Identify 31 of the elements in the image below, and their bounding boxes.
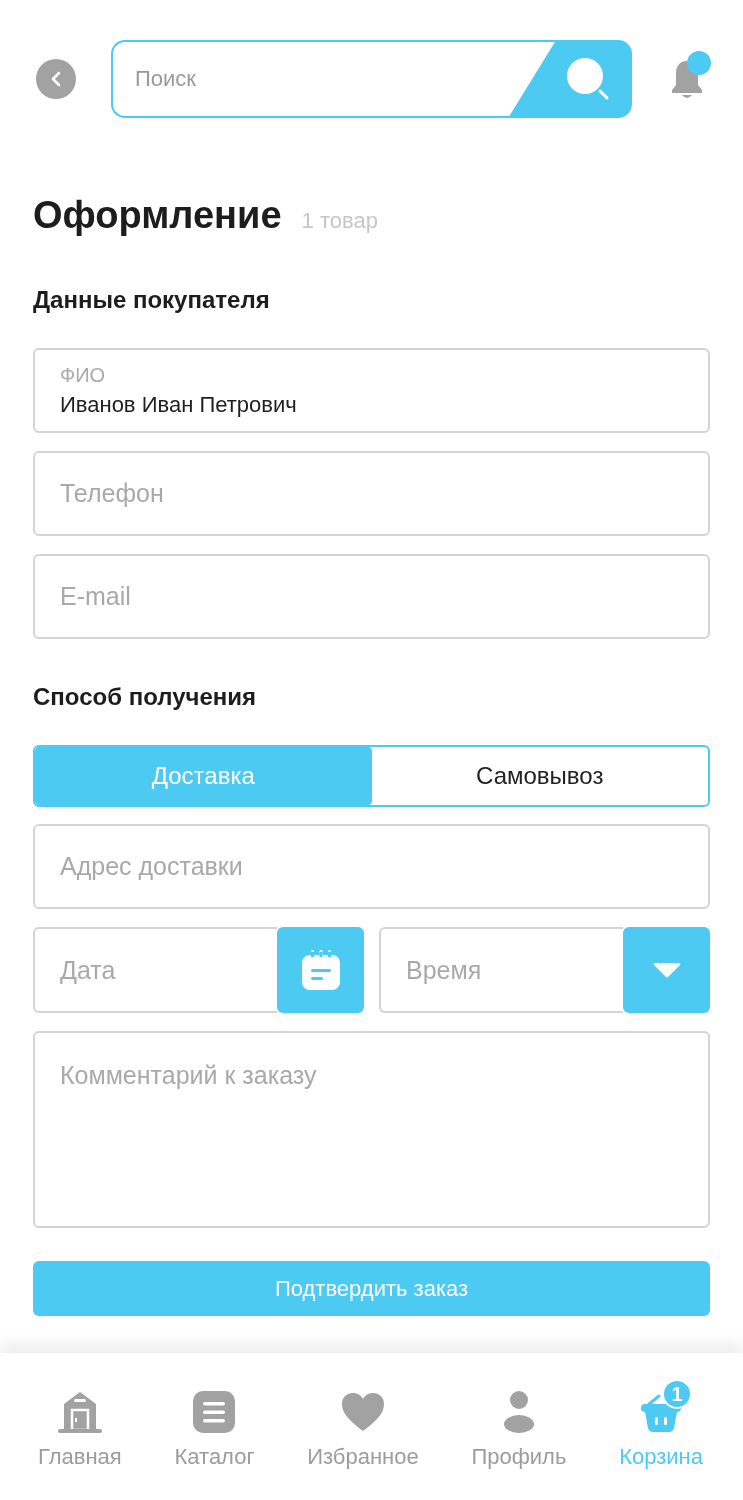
nav-item[interactable]: Профиль	[471, 1377, 567, 1471]
section-heading: Способ получения	[33, 682, 258, 712]
calendar-button[interactable]	[277, 927, 364, 1013]
person-icon	[503, 1391, 534, 1433]
dropdown-button[interactable]	[623, 927, 710, 1013]
delivery-method-tab[interactable]: Доставка	[35, 747, 372, 805]
list-icon	[193, 1391, 236, 1433]
section-heading: Данные покупателя	[33, 285, 271, 315]
comment-field[interactable]: Комментарий к заказу	[33, 1031, 710, 1228]
nav-item[interactable]: Каталог	[174, 1377, 255, 1471]
heart-icon	[341, 1393, 384, 1431]
house-icon	[56, 1390, 103, 1434]
chevron-left-icon	[51, 71, 61, 87]
item-count: 1 товар	[301, 208, 378, 234]
text-field[interactable]: E-mail	[33, 554, 710, 639]
field-input[interactable]: Иванов Иван Петрович	[60, 390, 683, 419]
text-field[interactable]: Телефон	[33, 451, 710, 536]
field-label: ФИО	[60, 362, 106, 387]
nav-item[interactable]: 1 Корзина	[619, 1377, 703, 1471]
cart-count-badge: 1	[662, 1379, 693, 1409]
nav-item[interactable]: Избранное	[307, 1377, 419, 1471]
text-field[interactable]: ФИО Иванов Иван Петрович	[33, 348, 710, 433]
time-field[interactable]: Время	[379, 927, 623, 1013]
caret-down-icon	[652, 962, 681, 978]
page-title: Оформление	[33, 193, 282, 238]
calendar-icon	[301, 950, 340, 990]
nav-item[interactable]: Главная	[38, 1377, 122, 1471]
date-field[interactable]: Дата	[33, 927, 277, 1013]
back-button[interactable]	[36, 59, 76, 99]
address-field[interactable]: Адрес доставки	[33, 824, 710, 909]
confirm-order-button[interactable]: Подтвердить заказ	[33, 1261, 710, 1316]
